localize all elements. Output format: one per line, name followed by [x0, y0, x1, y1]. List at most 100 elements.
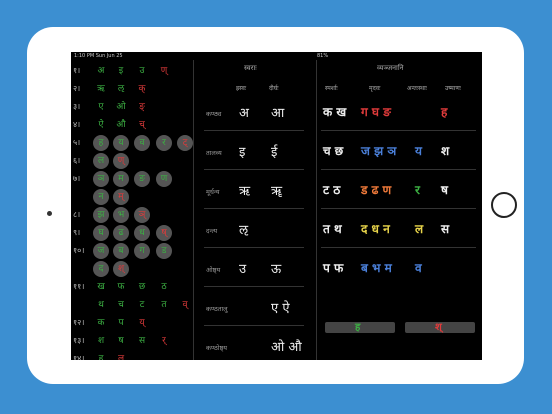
short-vowel[interactable]: ऋ [239, 181, 250, 199]
letter-tile[interactable]: ट् [177, 135, 193, 151]
letter-tile[interactable]: व [134, 135, 150, 151]
letter-tile[interactable]: ठ [156, 279, 172, 295]
letter-tile[interactable]: ऌ [113, 81, 129, 97]
letter-tile[interactable]: ढ [113, 225, 129, 241]
letter-tile[interactable]: ङ [134, 171, 150, 187]
letter-tile[interactable]: औ [113, 117, 129, 133]
letter-tile[interactable]: च [113, 297, 129, 313]
home-button[interactable] [491, 192, 517, 218]
letter-tile[interactable]: ह [93, 351, 109, 360]
letter-tile[interactable]: त [156, 297, 172, 313]
hard-consonants[interactable]: क ख [323, 103, 346, 120]
long-vowel[interactable]: ई [271, 142, 277, 160]
letter-tile[interactable]: उ [134, 63, 150, 79]
sutra-row: ९। घ ढ ध ष् [71, 225, 193, 242]
hard-consonants[interactable]: प फ [323, 259, 343, 276]
letter-tile[interactable]: म [113, 171, 129, 187]
letter-tile[interactable]: ञ् [134, 207, 150, 223]
letter-tile[interactable]: फ [113, 279, 129, 295]
letter-tile[interactable]: न [93, 189, 109, 205]
letter-tile[interactable]: य् [134, 315, 150, 331]
letter-tile[interactable]: ल् [113, 351, 129, 360]
row-divider [204, 169, 304, 170]
sutra-number: १। [73, 66, 81, 75]
letter-tile[interactable]: ण [156, 171, 172, 187]
short-vowel[interactable]: ऌ [239, 220, 248, 238]
sibilant[interactable]: श [441, 142, 449, 159]
short-vowel[interactable]: उ [239, 259, 246, 277]
sibilant[interactable]: ह [441, 103, 447, 120]
letter-tile[interactable]: य [113, 135, 129, 151]
letter-tile[interactable]: व् [177, 297, 193, 313]
long-vowel[interactable]: आ [271, 103, 284, 121]
letter-tile[interactable]: ण् [156, 63, 172, 79]
col-sparsha: स्पर्शाः [325, 85, 338, 92]
sutra-number: १२। [73, 318, 85, 327]
short-vowel[interactable]: इ [239, 142, 245, 160]
letter-tile[interactable]: ड [156, 243, 172, 259]
place-label: कण्ठ्य [206, 110, 222, 118]
letter-tile[interactable]: ङ् [134, 99, 150, 115]
semivowel[interactable]: व [415, 259, 422, 276]
semivowel[interactable]: र [415, 181, 420, 198]
semivowel[interactable]: य [415, 142, 422, 159]
soft-consonants[interactable]: द ध न [361, 220, 390, 237]
sibilant[interactable]: स [441, 220, 449, 237]
long-vowel[interactable]: ऊ [271, 259, 281, 277]
letter-tile[interactable]: श [93, 333, 109, 349]
vowels-panel: स्वराः ह्रस्वः दीर्घः कण्ठ्य अ आ तालव्य इ ई मू… [194, 60, 316, 360]
hard-consonants[interactable]: च छ [323, 142, 343, 159]
letter-tile[interactable]: अ [93, 63, 109, 79]
letter-tile[interactable]: थ [93, 297, 109, 313]
letter-tile[interactable]: च् [134, 117, 150, 133]
hard-consonants[interactable]: त थ [323, 220, 342, 237]
letter-tile[interactable]: म् [113, 189, 129, 205]
letter-tile[interactable]: ष [113, 333, 129, 349]
sutra-number: ५। [73, 138, 81, 147]
letter-tile[interactable]: स [134, 333, 150, 349]
soft-consonants[interactable]: ग घ ङ [361, 103, 391, 120]
letter-tile[interactable]: ऐ [93, 117, 109, 133]
letter-tile[interactable]: ध [134, 225, 150, 241]
letter-tile[interactable]: छ [134, 279, 150, 295]
consonants-panel: व्यञ्जनानि स्पर्शाः मृदवः अन्तःस्थाः उष्… [317, 60, 482, 360]
letter-tile[interactable]: झ [93, 207, 109, 223]
sibilant[interactable]: ष [441, 181, 448, 198]
soft-consonants[interactable]: ब भ म [361, 259, 392, 276]
letter-tile[interactable]: प [113, 315, 129, 331]
letter-tile[interactable]: ए [93, 99, 109, 115]
sutra-row: ७। ञ म ङ ण [71, 171, 193, 188]
letter-tile[interactable]: ण् [113, 153, 129, 169]
letter-tile[interactable]: र् [156, 333, 172, 349]
letter-tile[interactable]: ज [93, 243, 109, 259]
letter-tile[interactable]: क [93, 315, 109, 331]
letter-tile[interactable]: ह [93, 135, 109, 151]
letter-tile[interactable]: ख [93, 279, 109, 295]
letter-tile[interactable]: र [156, 135, 172, 151]
letter-tile[interactable]: ष् [156, 225, 172, 241]
letter-tile[interactable]: भ [113, 207, 129, 223]
long-vowel[interactable]: ए ऐ [271, 298, 290, 316]
row-divider [321, 247, 476, 248]
soft-consonants[interactable]: ज झ ञ [361, 142, 396, 159]
letter-tile[interactable]: ल [93, 153, 109, 169]
letter-tile[interactable]: ऋ [93, 81, 109, 97]
letter-tile[interactable]: ओ [113, 99, 129, 115]
long-vowel[interactable]: ॠ [271, 181, 282, 199]
long-vowel[interactable]: ओ औ [271, 337, 302, 355]
hard-consonants[interactable]: ट ठ [323, 181, 340, 198]
letter-tile[interactable]: ट [134, 297, 150, 313]
letter-tile[interactable]: इ [113, 63, 129, 79]
place-label: तालव्य [206, 149, 222, 157]
letter-tile[interactable]: श् [113, 261, 129, 277]
letter-tile[interactable]: ञ [93, 171, 109, 187]
letter-tile[interactable]: द [93, 261, 109, 277]
letter-tile[interactable]: ब [113, 243, 129, 259]
col-dirgha: दीर्घः [269, 85, 279, 92]
semivowel[interactable]: ल [415, 220, 423, 237]
soft-consonants[interactable]: ड ढ ण [361, 181, 391, 198]
letter-tile[interactable]: ग [134, 243, 150, 259]
short-vowel[interactable]: अ [239, 103, 249, 121]
letter-tile[interactable]: घ [93, 225, 109, 241]
letter-tile[interactable]: क् [134, 81, 150, 97]
